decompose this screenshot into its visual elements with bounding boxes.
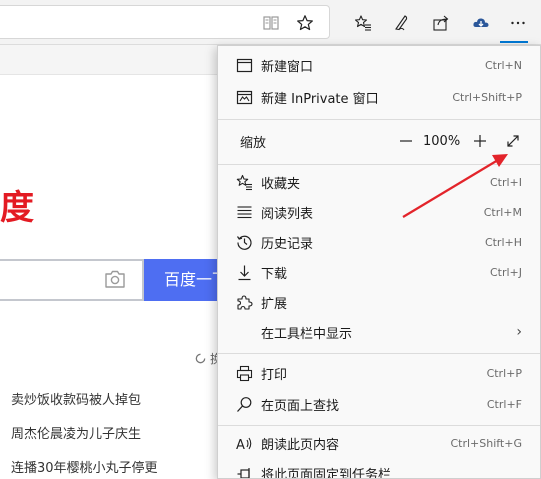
menu-divider [218,353,540,354]
menu-item-shortcut: Ctrl+J [489,265,522,279]
menu-item-label: 在工具栏中显示 [261,326,353,342]
menu-item-downloads[interactable]: 下载 Ctrl+J [218,257,540,287]
menu-item-label: 新建 InPrivate 窗口 [261,91,379,107]
zoom-value: 100% [423,133,461,149]
baidu-logo-fragment: 度 [0,188,34,228]
fullscreen-icon [507,135,519,147]
menu-item-label: 朗读此页内容 [261,437,340,453]
menu-item-label: 扩展 [261,296,288,312]
menu-item-shortcut: Ctrl+F [486,397,522,411]
window-icon [235,56,253,74]
extensions-icon [235,293,253,311]
favorites-icon [235,173,253,191]
menu-item-shortcut: Ctrl+Shift+P [452,90,522,104]
menu-item-shortcut: Ctrl+H [484,235,522,249]
menu-item-shortcut: Ctrl+I [489,175,522,189]
menu-item-label: 阅读列表 [261,206,314,222]
more-icon[interactable] [505,10,531,36]
hot-search-item[interactable]: 卖炒饭收款码被人掉包 [11,389,141,408]
menu-item-shortcut: Ctrl+Shift+G [450,436,522,450]
pen-icon[interactable] [389,10,415,36]
pin-icon [235,464,253,478]
menu-item-label: 历史记录 [261,236,314,252]
menu-item-favorites[interactable]: 收藏夹 Ctrl+I [218,167,540,197]
browser-toolbar [0,0,541,45]
menu-item-label: 打印 [261,367,288,383]
plus-icon [474,135,486,147]
menu-item-history[interactable]: 历史记录 Ctrl+H [218,227,540,257]
zoom-in-button[interactable] [470,131,490,151]
favorites-list-icon[interactable] [350,10,376,36]
menu-item-label: 在页面上查找 [261,398,340,414]
menu-item-extensions[interactable]: 扩展 [218,287,540,317]
menu-item-show-in-toolbar[interactable]: 在工具栏中显示 › [218,317,540,347]
minus-icon [400,140,412,142]
favorite-star-icon[interactable] [292,10,318,36]
svg-text:A: A [236,438,245,452]
menu-divider [218,119,540,120]
menu-item-shortcut: Ctrl+P [486,366,522,380]
settings-menu: 新建窗口 Ctrl+N 新建 InPrivate 窗口 Ctrl+Shift+P… [217,45,541,479]
zoom-label: 缩放 [240,135,267,151]
reading-view-icon[interactable] [258,10,284,36]
chevron-right-icon: › [516,324,522,340]
menu-item-find-on-page[interactable]: 在页面上查找 Ctrl+F [218,389,540,419]
inprivate-icon [235,88,253,106]
camera-icon[interactable] [103,268,127,290]
active-indicator [500,41,528,43]
refresh-icon [195,353,206,364]
download-icon [235,263,253,281]
menu-item-zoom: 缩放 100% [218,126,540,156]
menu-item-label: 将此页面固定到任务栏 [261,467,392,479]
find-icon [235,395,253,413]
menu-item-new-window[interactable]: 新建窗口 Ctrl+N [218,50,540,80]
menu-item-label: 收藏夹 [261,176,301,192]
menu-item-shortcut: Ctrl+M [483,205,522,219]
menu-item-new-inprivate-window[interactable]: 新建 InPrivate 窗口 Ctrl+Shift+P [218,82,540,112]
read-aloud-icon: A [235,434,253,452]
hot-search-item[interactable]: 连播30年樱桃小丸子停更 [11,457,158,476]
share-icon[interactable] [428,10,454,36]
menu-item-label: 新建窗口 [261,59,314,75]
menu-divider [218,425,540,426]
history-icon [235,233,253,251]
reading-list-icon [235,203,253,221]
menu-item-print[interactable]: 打印 Ctrl+P [218,358,540,388]
menu-item-shortcut: Ctrl+N [484,58,522,72]
cloud-icon[interactable] [468,10,494,36]
print-icon [235,364,253,382]
menu-divider [218,164,540,165]
menu-item-label: 下载 [261,266,288,282]
menu-item-read-aloud[interactable]: A 朗读此页内容 Ctrl+Shift+G [218,428,540,458]
hot-search-item[interactable]: 周杰伦晨凌为儿子庆生 [11,423,141,442]
zoom-out-button[interactable] [396,131,416,151]
menu-item-pin-to-taskbar[interactable]: 将此页面固定到任务栏 [218,458,540,479]
menu-item-reading-list[interactable]: 阅读列表 Ctrl+M [218,197,540,227]
fullscreen-button[interactable] [503,131,523,151]
